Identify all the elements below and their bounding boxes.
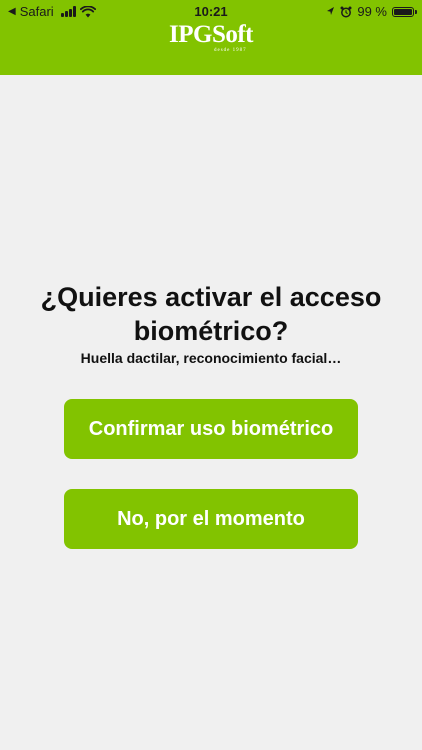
status-right: 99 %	[326, 4, 417, 19]
biometric-subtitle: Huella dactilar, reconocimiento facial…	[80, 350, 342, 366]
not-now-button[interactable]: No, por el momento	[64, 489, 358, 549]
app-header: ◀ Safari 10:21 99 % IPGSoft desde 1987	[0, 0, 422, 75]
ipgsoft-logo: IPGSoft desde 1987	[0, 21, 422, 54]
logo-tagline: desde 1987	[214, 48, 247, 53]
status-bar: ◀ Safari 10:21 99 %	[0, 0, 422, 22]
alarm-icon	[340, 6, 352, 17]
logo-text: IPGSoft	[169, 21, 254, 48]
battery-percentage: 99 %	[357, 4, 387, 19]
location-icon	[327, 7, 335, 15]
battery-icon	[392, 6, 417, 17]
confirm-biometric-button[interactable]: Confirmar uso biométrico	[64, 399, 358, 459]
biometric-question: ¿Quieres activar el acceso biométrico?	[40, 282, 382, 346]
battery-fill	[394, 8, 412, 15]
